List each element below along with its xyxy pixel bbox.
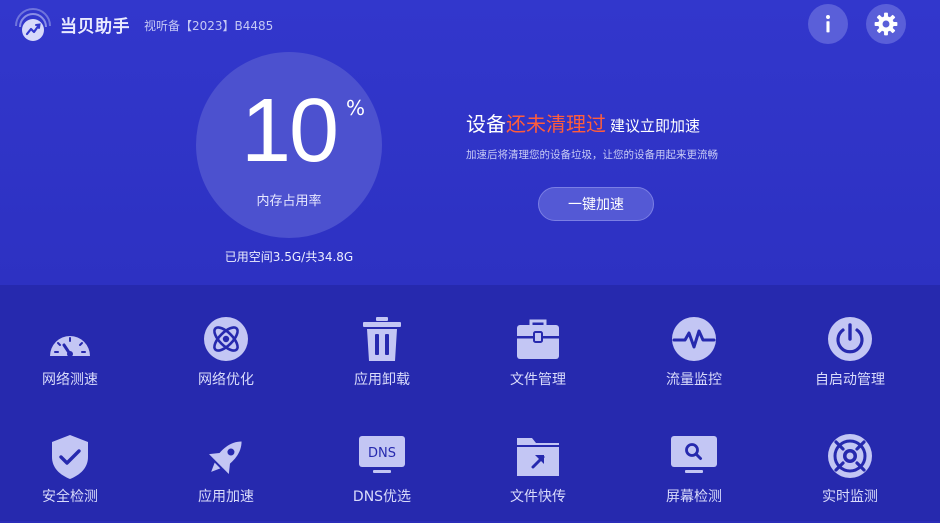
tool-label: 实时监测 bbox=[822, 489, 878, 505]
speedometer-icon bbox=[46, 316, 94, 364]
tool-label: 流量监控 bbox=[666, 372, 722, 388]
info-button[interactable] bbox=[808, 4, 848, 44]
tool-autostart-management[interactable]: 自启动管理 bbox=[780, 316, 920, 406]
lifebuoy-icon bbox=[826, 433, 874, 481]
tool-label: 应用加速 bbox=[198, 489, 254, 505]
tool-label: 自启动管理 bbox=[815, 372, 885, 388]
rocket-icon bbox=[202, 433, 250, 481]
trash-icon bbox=[358, 316, 406, 364]
shield-check-icon bbox=[46, 433, 94, 481]
info-icon bbox=[826, 15, 830, 33]
tool-network-speed-test[interactable]: 网络测速 bbox=[0, 316, 140, 406]
status-prefix: 设备 bbox=[466, 112, 506, 136]
clean-status-headline: 设备还未清理过 建议立即加速 bbox=[466, 108, 700, 137]
tool-dns-select[interactable]: DNS DNS优选 bbox=[312, 433, 452, 523]
memory-usage-unit: % bbox=[346, 96, 366, 120]
tool-app-boost[interactable]: 应用加速 bbox=[156, 433, 296, 523]
memory-usage-gauge: 10 % 内存占用率 bbox=[196, 52, 382, 238]
tool-file-management[interactable]: 文件管理 bbox=[468, 316, 608, 406]
tool-label: 文件快传 bbox=[510, 489, 566, 505]
storage-usage-text: 已用空间3.5G/共34.8G bbox=[224, 250, 354, 264]
tool-traffic-monitor[interactable]: 流量监控 bbox=[624, 316, 764, 406]
status-suffix: 建议立即加速 bbox=[610, 117, 701, 135]
tool-realtime-monitor[interactable]: 实时监测 bbox=[780, 433, 920, 523]
dangbei-logo-icon bbox=[12, 6, 54, 44]
settings-button[interactable] bbox=[866, 4, 906, 44]
briefcase-icon bbox=[514, 316, 562, 364]
folder-send-icon bbox=[514, 433, 562, 481]
top-panel bbox=[0, 0, 940, 285]
tool-file-transfer[interactable]: 文件快传 bbox=[468, 433, 608, 523]
one-click-boost-button[interactable]: 一键加速 bbox=[538, 187, 654, 221]
tool-label: 文件管理 bbox=[510, 372, 566, 388]
gear-icon bbox=[874, 12, 898, 36]
tool-label: DNS优选 bbox=[352, 489, 412, 505]
tool-security-check[interactable]: 安全检测 bbox=[0, 433, 140, 523]
tool-app-uninstall[interactable]: 应用卸载 bbox=[312, 316, 452, 406]
power-icon bbox=[826, 316, 874, 364]
status-highlight: 还未清理过 bbox=[506, 112, 606, 136]
tool-label: 屏幕检测 bbox=[666, 489, 722, 505]
license-number: 视听备【2023】B4485 bbox=[144, 19, 274, 33]
memory-usage-label: 内存占用率 bbox=[256, 194, 322, 209]
status-description: 加速后将清理您的设备垃圾，让您的设备用起来更流畅 bbox=[466, 149, 718, 161]
tool-label: 应用卸载 bbox=[354, 372, 410, 388]
tool-screen-check[interactable]: 屏幕检测 bbox=[624, 433, 764, 523]
tool-label: 网络优化 bbox=[198, 372, 254, 388]
tool-label: 安全检测 bbox=[42, 489, 98, 505]
tool-label: 网络测速 bbox=[42, 372, 98, 388]
atom-icon bbox=[202, 316, 250, 364]
dns-text: DNS bbox=[368, 446, 396, 461]
pulse-icon bbox=[670, 316, 718, 364]
app-title: 当贝助手 bbox=[60, 17, 130, 37]
monitor-search-icon bbox=[670, 433, 718, 481]
dns-monitor-icon: DNS bbox=[358, 433, 406, 481]
tool-network-optimize[interactable]: 网络优化 bbox=[156, 316, 296, 406]
